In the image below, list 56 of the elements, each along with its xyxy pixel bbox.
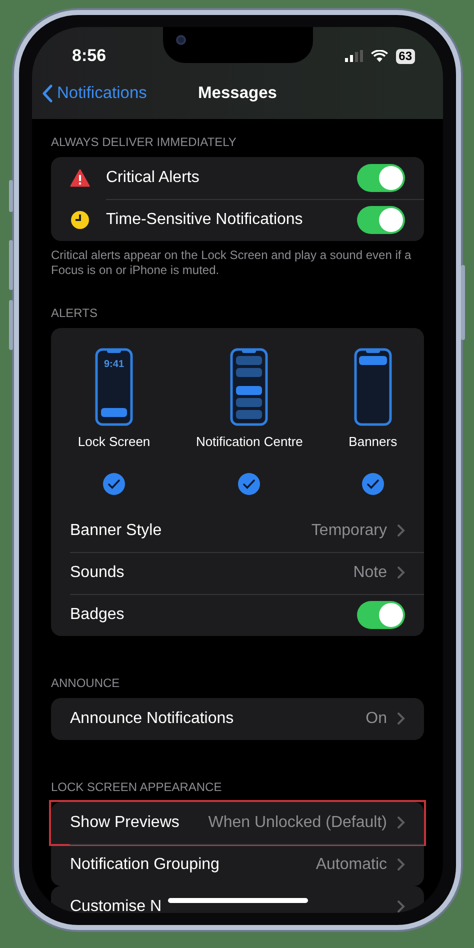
notification-centre-icon[interactable] xyxy=(230,348,268,426)
checkmark-icon[interactable] xyxy=(102,472,126,496)
row-label: Time-Sensitive Notifications xyxy=(106,210,303,230)
row-label: Banner Style xyxy=(70,520,162,541)
banners-icon[interactable] xyxy=(354,348,392,426)
signal-icon xyxy=(344,50,363,62)
section-header: ANNOUNCE xyxy=(50,674,121,692)
clock-text: 9:41 xyxy=(104,359,124,370)
row-label: Announce Notifications xyxy=(70,708,234,729)
back-chevron-icon xyxy=(42,84,53,102)
row-label: Notification Grouping xyxy=(70,854,220,875)
row-label: Badges xyxy=(70,604,124,625)
style-label: Notification Centre xyxy=(196,433,303,451)
chevron-icon xyxy=(397,858,405,872)
section-header: ALERTS xyxy=(50,305,98,322)
row-label: Critical Alerts xyxy=(106,168,200,188)
style-label: Banners xyxy=(348,433,398,451)
settings-row[interactable]: Customise N xyxy=(51,886,424,913)
settings-row[interactable]: Announce Notifications On xyxy=(51,698,424,740)
page-title: Messages xyxy=(198,84,277,102)
battery-level: 63 xyxy=(396,48,415,64)
warning-icon xyxy=(70,169,90,187)
row-value: Automatic xyxy=(316,854,387,875)
row-value: Temporary xyxy=(311,520,387,541)
toggle-switch[interactable] xyxy=(357,206,405,234)
chevron-icon xyxy=(397,900,405,913)
toggle-switch[interactable] xyxy=(357,164,405,192)
row-value: Note xyxy=(353,562,387,583)
row-label: Customise N xyxy=(70,896,162,913)
clock-icon xyxy=(70,210,90,230)
settings-row[interactable]: Show Previews When Unlocked (Default) xyxy=(51,802,424,844)
settings-row[interactable]: Badges xyxy=(51,594,424,636)
row-label: Show Previews xyxy=(70,812,180,833)
settings-row[interactable]: Notification Grouping Automatic xyxy=(51,844,424,886)
chevron-icon xyxy=(397,524,405,538)
section-footer: Critical alerts appear on the Lock Screen and play a sound even if a Focus is on or iPhone is muted. xyxy=(32,241,443,278)
style-label: Lock Screen xyxy=(78,433,150,451)
chevron-icon xyxy=(397,566,405,580)
settings-row[interactable]: Time-Sensitive Notifications xyxy=(51,199,424,241)
toggle-switch[interactable] xyxy=(357,600,405,629)
lock-screen-icon[interactable]: 9:41 xyxy=(95,348,134,426)
checkmark-icon[interactable] xyxy=(237,472,262,496)
settings-row[interactable]: Sounds Note xyxy=(51,552,424,594)
wifi-icon xyxy=(370,50,388,62)
row-label: Sounds xyxy=(70,562,124,583)
back-button[interactable]: Notifications xyxy=(42,80,147,106)
section-header: LOCK SCREEN APPEARANCE xyxy=(50,778,223,796)
chevron-icon xyxy=(397,816,405,830)
checkmark-icon[interactable] xyxy=(360,472,385,496)
status-time: 8:56 xyxy=(72,45,106,68)
settings-row[interactable]: Banner Style Temporary xyxy=(51,510,424,552)
chevron-icon xyxy=(397,712,405,726)
settings-row[interactable]: Critical Alerts xyxy=(51,157,424,199)
row-value: On xyxy=(366,708,387,729)
section-header: ALWAYS DELIVER IMMEDIATELY xyxy=(50,134,238,151)
row-value: When Unlocked (Default) xyxy=(208,812,387,833)
